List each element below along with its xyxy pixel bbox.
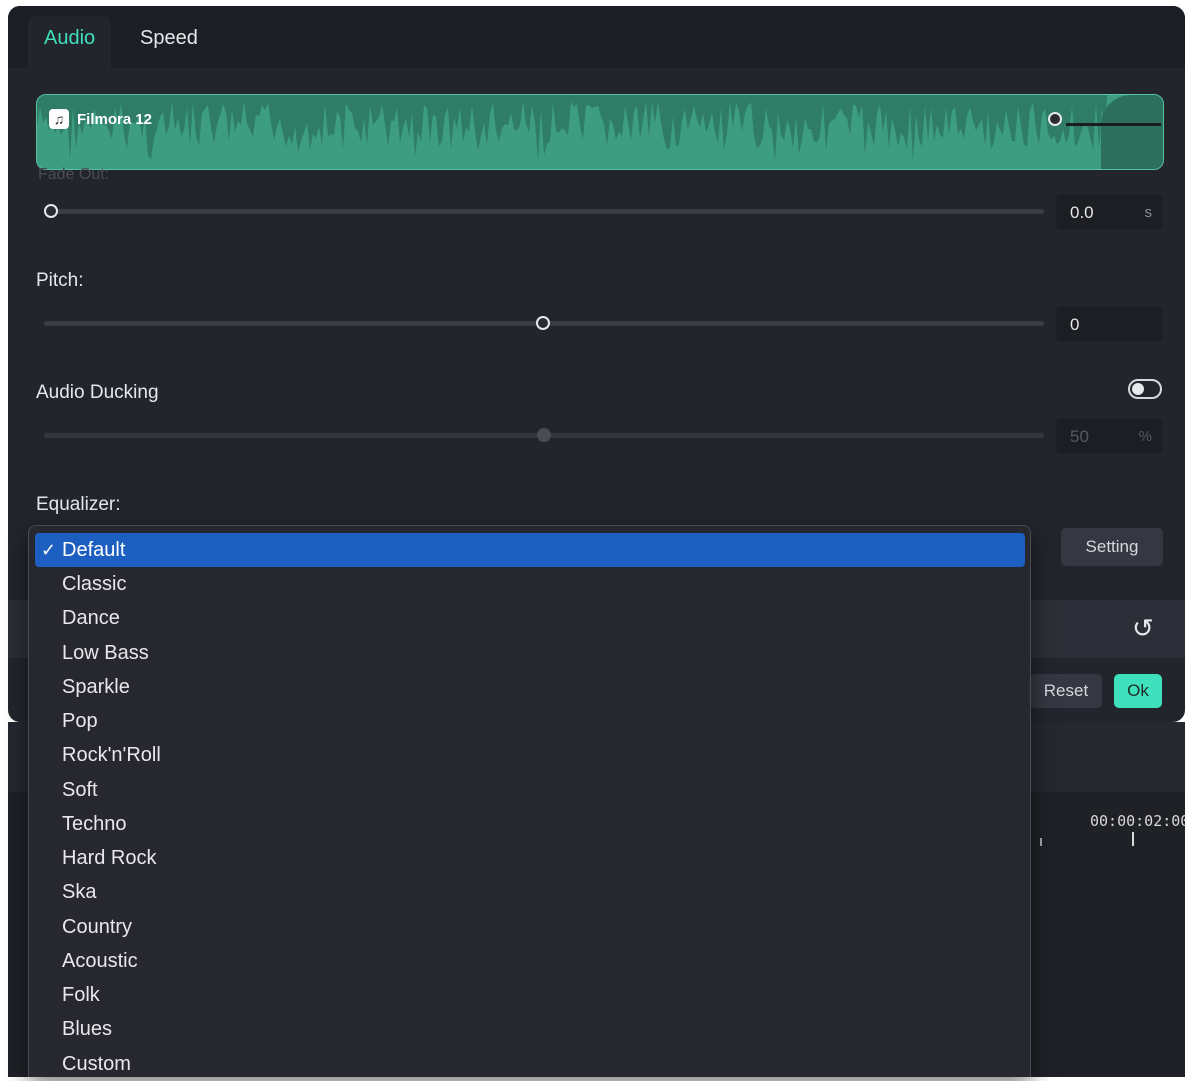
fade-out-label: Fade Out:	[38, 166, 110, 183]
audio-ducking-unit: %	[1138, 428, 1152, 445]
equalizer-setting-button[interactable]: Setting	[1061, 528, 1163, 566]
clip-title: ♫ Filmora 12	[49, 109, 152, 129]
equalizer-label: Equalizer:	[36, 494, 121, 515]
waveform-graphic	[37, 95, 1107, 162]
equalizer-option-custom[interactable]: Custom	[35, 1047, 1025, 1081]
fade-out-handle[interactable]	[1048, 112, 1062, 126]
reset-button[interactable]: Reset	[1030, 674, 1102, 708]
fade-out-value: 0.0	[1070, 203, 1094, 222]
fade-out-unit: s	[1144, 204, 1153, 221]
tab-bar: Audio Speed	[8, 6, 1185, 68]
equalizer-dropdown-menu: ✓ Default Classic Dance Low Bass Sparkle …	[28, 525, 1031, 1077]
equalizer-option-dance[interactable]: Dance	[35, 601, 1025, 635]
audio-ducking-label: Audio Ducking	[36, 382, 159, 403]
music-note-icon: ♫	[49, 109, 69, 129]
equalizer-option-techno[interactable]: Techno	[35, 807, 1025, 841]
pitch-value-field[interactable]: 0	[1056, 306, 1162, 342]
equalizer-option-acoustic[interactable]: Acoustic	[35, 944, 1025, 978]
equalizer-option-low-bass[interactable]: Low Bass	[35, 636, 1025, 670]
audio-waveform[interactable]: ♫ Filmora 12	[36, 94, 1164, 170]
fade-out-slider-knob[interactable]	[44, 204, 58, 218]
audio-ducking-slider-knob[interactable]	[537, 428, 551, 442]
pitch-slider-knob[interactable]	[536, 316, 550, 330]
fade-out-value-field[interactable]: 0.0 s	[1056, 194, 1162, 230]
timeline-minor-tick	[1040, 838, 1042, 846]
equalizer-option-hard-rock[interactable]: Hard Rock	[35, 841, 1025, 875]
pitch-label: Pitch:	[36, 270, 84, 291]
fade-out-line	[1066, 123, 1161, 126]
equalizer-option-ska[interactable]: Ska	[35, 875, 1025, 909]
ok-button[interactable]: Ok	[1114, 674, 1162, 708]
equalizer-option-default[interactable]: ✓ Default	[35, 533, 1025, 567]
equalizer-option-classic[interactable]: Classic	[35, 567, 1025, 601]
tab-audio[interactable]: Audio	[28, 16, 112, 68]
equalizer-option-soft[interactable]: Soft	[35, 773, 1025, 807]
toggle-knob	[1132, 383, 1144, 395]
equalizer-option-blues[interactable]: Blues	[35, 1012, 1025, 1046]
timeline-major-tick	[1132, 832, 1134, 846]
clip-name: Filmora 12	[77, 110, 153, 128]
equalizer-option-rock-n-roll[interactable]: Rock'n'Roll	[35, 738, 1025, 772]
checkmark-icon: ✓	[41, 540, 57, 560]
fade-out-region	[1101, 95, 1163, 169]
audio-ducking-value-field[interactable]: 50 %	[1056, 418, 1162, 454]
pitch-value: 0	[1070, 315, 1080, 334]
reset-icon[interactable]: ↺	[1132, 613, 1154, 644]
equalizer-option-folk[interactable]: Folk	[35, 978, 1025, 1012]
equalizer-option-country[interactable]: Country	[35, 910, 1025, 944]
audio-ducking-value: 50	[1070, 427, 1089, 446]
waveform-peaks	[37, 95, 1107, 162]
equalizer-option-sparkle[interactable]: Sparkle	[35, 670, 1025, 704]
fade-out-slider-track[interactable]	[44, 209, 1044, 214]
equalizer-option-pop[interactable]: Pop	[35, 704, 1025, 738]
tab-speed[interactable]: Speed	[124, 16, 214, 68]
timeline-timecode: 00:00:02:00	[1090, 812, 1185, 830]
audio-ducking-toggle[interactable]	[1128, 379, 1162, 399]
